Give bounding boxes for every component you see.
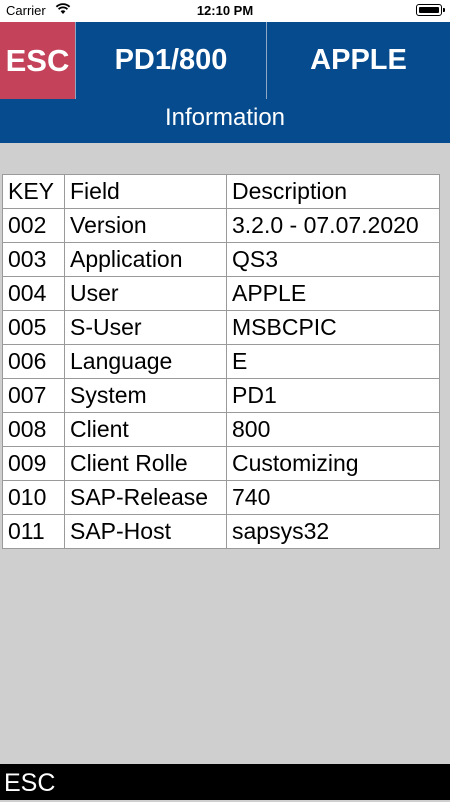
cell-field: Application	[64, 242, 227, 277]
cell-description: 800	[226, 412, 440, 447]
table-row: 007 System PD1	[2, 378, 440, 413]
cell-description: sapsys32	[226, 514, 440, 549]
page-title: Information	[164, 104, 286, 131]
table-row: 005 S-User MSBCPIC	[2, 310, 440, 345]
cell-field: System	[64, 378, 227, 413]
cell-description: 740	[226, 480, 440, 515]
table-row: 009 Client Rolle Customizing	[2, 446, 440, 481]
cell-field: SAP-Host	[64, 514, 227, 549]
table-row: 006 Language E	[2, 344, 440, 379]
cell-key: 007	[2, 378, 65, 413]
cell-key: 011	[2, 514, 65, 549]
column-header-key: KEY	[2, 174, 65, 209]
cell-description: Customizing	[226, 446, 440, 481]
cell-key: 003	[2, 242, 65, 277]
cell-field: Version	[64, 208, 227, 243]
cell-description: 3.2.0 - 07.07.2020	[226, 208, 440, 243]
table-row: 003 Application QS3	[2, 242, 440, 277]
table-row: 011 SAP-Host sapsys32	[2, 514, 440, 549]
cell-key: 010	[2, 480, 65, 515]
esc-button[interactable]: ESC	[0, 22, 76, 99]
table-row: 004 User APPLE	[2, 276, 440, 311]
cell-field: S-User	[64, 310, 227, 345]
cell-description: QS3	[226, 242, 440, 277]
app-header: ESC PD1/800 APPLE Information	[0, 22, 450, 143]
column-header-description: Description	[226, 174, 440, 209]
cell-description: APPLE	[226, 276, 440, 311]
cell-field: SAP-Release	[64, 480, 227, 515]
cell-key: 005	[2, 310, 65, 345]
column-header-field: Field	[64, 174, 227, 209]
cell-field: User	[64, 276, 227, 311]
cell-field: Client Rolle	[64, 446, 227, 481]
information-table: KEY Field Description 002 Version 3.2.0 …	[2, 174, 440, 549]
table-row: 010 SAP-Release 740	[2, 480, 440, 515]
cell-description: PD1	[226, 378, 440, 413]
status-bar: Carrier 12:10 PM	[0, 0, 450, 22]
user-label: APPLE	[310, 44, 407, 76]
cell-description: E	[226, 344, 440, 379]
table-header-row: KEY Field Description	[2, 174, 440, 209]
footer-esc-button[interactable]: ESC	[0, 764, 450, 800]
table-row: 002 Version 3.2.0 - 07.07.2020	[2, 208, 440, 243]
status-time: 12:10 PM	[196, 3, 254, 18]
cell-field: Language	[64, 344, 227, 379]
cell-key: 004	[2, 276, 65, 311]
cell-key: 008	[2, 412, 65, 447]
cell-key: 006	[2, 344, 65, 379]
system-client-label: PD1/800	[114, 44, 228, 76]
cell-description: MSBCPIC	[226, 310, 440, 345]
cell-field: Client	[64, 412, 227, 447]
cell-key: 002	[2, 208, 65, 243]
cell-key: 009	[2, 446, 65, 481]
table-row: 008 Client 800	[2, 412, 440, 447]
battery-icon	[416, 4, 445, 16]
